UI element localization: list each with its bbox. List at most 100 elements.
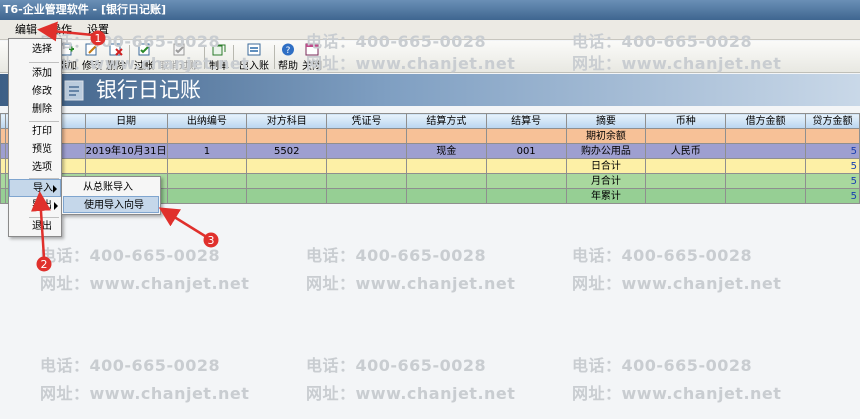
header-currency[interactable]: 币种 [645,113,727,129]
post-icon [138,43,150,56]
table-cell [246,128,328,144]
submenu-item-import-wizard[interactable]: 使用导入向导 [63,196,159,213]
in-out-icon [247,43,261,56]
watermark-phone: 电话：400-665-0028 [306,246,487,265]
table-cell: 5502 [246,143,328,159]
menu-operate[interactable]: 操作 [47,20,75,40]
table-cell [725,188,806,204]
in-out-button[interactable]: 出入账 [237,43,271,72]
menu-item-options[interactable]: 选项 [9,159,61,177]
menu-item-modify[interactable]: 修改 [9,83,61,101]
header-debit[interactable]: 借方金额 [725,113,806,129]
menu-item-preview[interactable]: 预览 [9,141,61,159]
make-voucher-icon [212,44,226,56]
post-button[interactable]: 过账 [133,43,155,72]
menu-item-import[interactable]: 导入 [9,179,61,197]
submenu-arrow-icon [53,185,57,193]
table-cell: 购办公用品 [565,143,647,159]
table-cell: 日合计 [565,158,647,174]
help-button[interactable]: ? 帮助 [277,43,299,72]
watermark-site: 网址：www.chanjet.net [40,384,250,403]
menu-item-add[interactable]: 添加 [9,65,61,83]
menu-item-import-label: 导入 [33,183,53,194]
table-cell [485,128,567,144]
window-title: T6-企业管理软件 - [银行日记账] [0,0,860,20]
table-row[interactable]: 期初余额 [0,128,860,144]
header-settlement-method[interactable]: 结算方式 [405,113,487,129]
table-cell [485,188,567,204]
table-cell [804,128,860,144]
table-cell: 年累计 [565,188,647,204]
close-icon [305,43,319,56]
table-cell: 现金 [405,143,487,159]
watermark-site: 网址：www.chanjet.net [40,274,250,293]
menu-item-exit[interactable]: 退出 [9,218,61,236]
menu-settings[interactable]: 设置 [84,20,112,40]
delete-icon [109,43,123,56]
table-cell [166,158,248,174]
menu-separator [29,121,59,122]
table-cell [725,158,806,174]
make-voucher-button[interactable]: 制单 [208,43,230,72]
table-header-row: 日期 出纳编号 对方科目 凭证号 结算方式 结算号 摘要 币种 借方金额 贷方金… [0,113,860,129]
unpost-icon [173,43,185,56]
edit-button[interactable]: 修改 [81,43,103,72]
header-voucher-no[interactable]: 凭证号 [326,113,407,129]
submenu-item-import-from-ledger[interactable]: 从总账导入 [63,179,159,196]
table-cell: 1 [166,143,248,159]
table-cell [405,188,487,204]
table-cell: 5 [804,173,860,189]
unpost-button[interactable]: 取消过账 [158,43,200,72]
menu-item-delete[interactable]: 删除 [9,101,61,119]
table-cell [246,173,328,189]
table-cell [645,173,727,189]
header-credit[interactable]: 贷方金额 [804,113,860,129]
delete-button[interactable]: 删除 [105,43,127,72]
table-cell [485,158,567,174]
table-cell [326,173,407,189]
table-cell [725,173,806,189]
toolbar-separator [233,45,234,69]
edit-menu-dropdown: 选择 添加 修改 删除 打印 预览 选项 导入 导出 退出 [8,38,62,237]
table-cell [166,173,248,189]
add-icon [60,43,74,56]
menu-item-export-label: 导出 [32,200,52,211]
help-icon: ? [282,43,294,56]
header-cashier-no[interactable]: 出纳编号 [166,113,248,129]
menu-edit[interactable]: 编辑 [12,20,40,40]
header-summary[interactable]: 摘要 [565,113,647,129]
annotation-label-3: 3 [208,234,215,247]
header-date[interactable]: 日期 [84,113,168,129]
table-cell [405,158,487,174]
page-title: 银行日记账 [96,78,201,102]
watermark-site: 网址：www.chanjet.net [306,274,516,293]
table-cell: 人民币 [645,143,727,159]
menu-item-select[interactable]: 选择 [9,41,61,59]
annotation-label-2: 2 [41,258,48,271]
table-cell [725,128,806,144]
header-counter-account[interactable]: 对方科目 [246,113,328,129]
table-cell [725,143,806,159]
toolbar: 添加 修改 删除 过账 取消过账 制单 出入账 ? 帮助 关闭 [0,41,860,73]
header-settlement-no[interactable]: 结算号 [485,113,567,129]
table-row[interactable]: 日合计 5 [0,158,860,174]
menu-item-print[interactable]: 打印 [9,123,61,141]
table-cell: 月合计 [565,173,647,189]
toolbar-separator [204,45,205,69]
toolbar-separator [274,45,275,69]
table-cell: 期初余额 [565,128,647,144]
watermark-phone: 电话：400-665-0028 [40,246,221,265]
table-row[interactable]: 2019年10月31日 1 5502 现金 001 购办公用品 人民币 5 [0,143,860,159]
watermark-site: 网址：www.chanjet.net [572,384,782,403]
watermark-phone: 电话：400-665-0028 [306,356,487,375]
table-cell: 5 [804,143,860,159]
table-cell: 2019年10月31日 [84,143,168,159]
svg-text:?: ? [286,46,291,56]
table-cell: 001 [485,143,567,159]
table-cell [246,158,328,174]
table-cell [326,188,407,204]
watermark-phone: 电话：400-665-0028 [572,356,753,375]
close-button[interactable]: 关闭 [301,43,323,72]
menu-item-export[interactable]: 导出 [9,197,61,215]
watermark-site: 网址：www.chanjet.net [572,274,782,293]
